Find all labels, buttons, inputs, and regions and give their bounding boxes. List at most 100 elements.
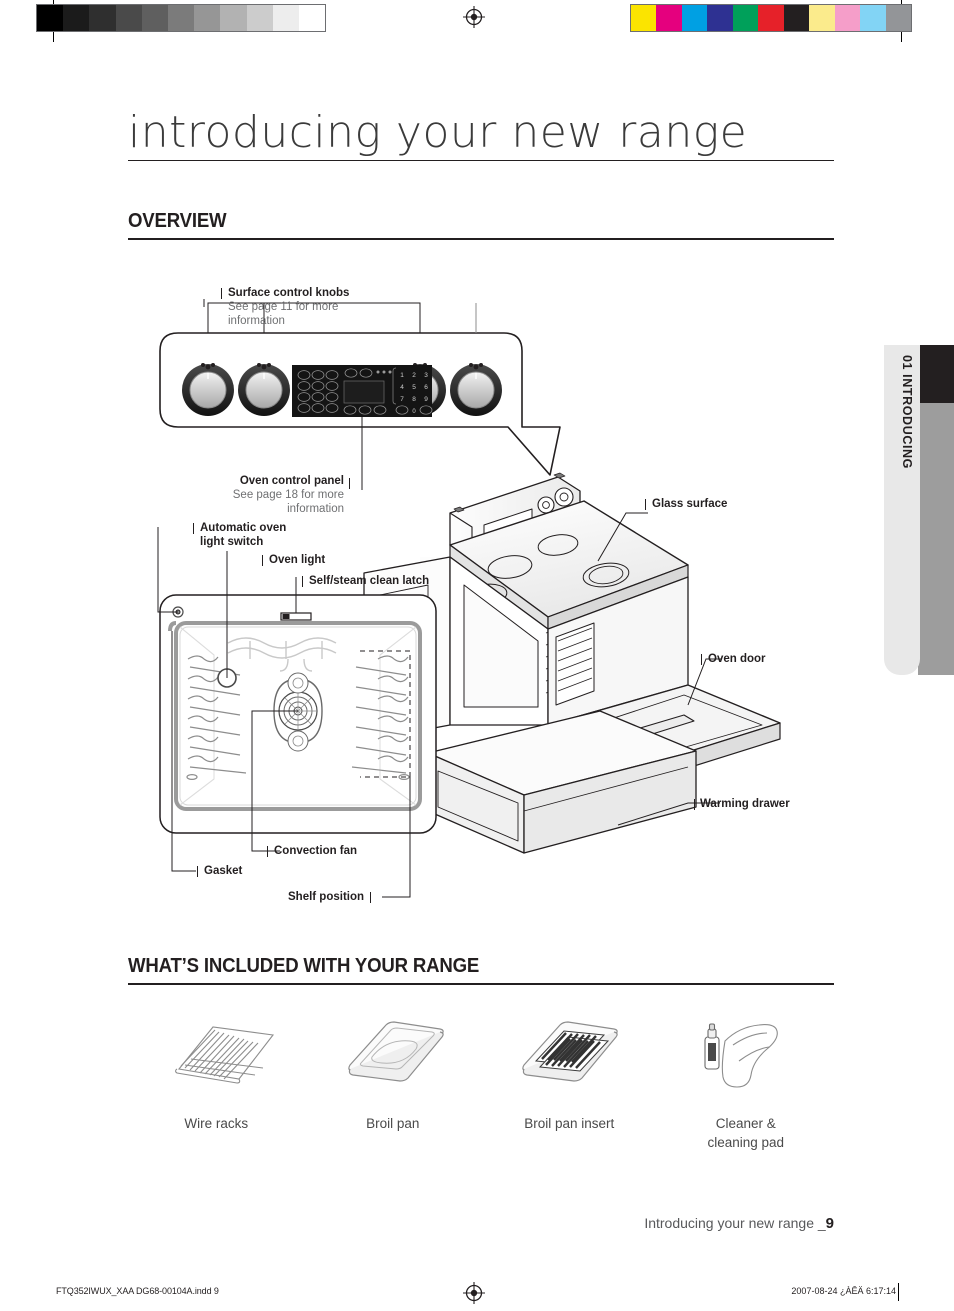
section-rule-overview: [128, 238, 834, 240]
callout-oven-control-panel-line2: information: [287, 503, 344, 515]
side-tab-grey-bar: [918, 403, 954, 675]
leader-tick: [694, 799, 695, 810]
svg-text:2: 2: [412, 372, 416, 379]
accessory-label: Broil pan insert: [524, 1116, 615, 1131]
color-registration-bar: [630, 4, 912, 32]
page-footer-number: 9: [825, 1215, 834, 1232]
svg-text:6: 6: [424, 384, 428, 391]
callout-automatic-oven-light-switch-line1: Automatic oven: [200, 522, 287, 534]
accessory-item: Broil pan insert: [481, 1005, 658, 1165]
svg-text:3: 3: [424, 372, 428, 379]
callout-gasket: Gasket: [204, 865, 243, 877]
greyscale-swatch: [63, 5, 90, 31]
wire-rack-icon: [151, 1005, 281, 1100]
oven-control-panel-illustration: 123 456 789 0: [292, 365, 433, 417]
leader-tick: [645, 499, 646, 510]
color-swatch: [758, 5, 784, 31]
callout-oven-control-panel: Oven control panel See page 18 for more …: [112, 474, 344, 516]
broil-pan-icon: [328, 1005, 458, 1100]
svg-text:4: 4: [400, 384, 404, 391]
document-date-footer: 2007-08-24 ¿ÀÊÄ 6:17:14: [791, 1286, 896, 1296]
registration-target-top-icon: [463, 6, 485, 28]
accessory-label: Cleaner & cleaning pad: [707, 1116, 785, 1150]
callout-oven-door: Oven door: [708, 653, 766, 665]
greyscale-swatch: [37, 5, 64, 31]
side-tab-dark-bar: [918, 345, 954, 403]
callout-oven-light: Oven light: [269, 554, 326, 566]
section-heading-overview: OVERVIEW: [128, 210, 227, 232]
accessories-list: Wire racks Broil pan Broil pan insert Cl…: [128, 1005, 834, 1165]
color-swatch: [656, 5, 682, 31]
leader-tick: [349, 478, 350, 489]
page-footer: Introducing your new range _9: [644, 1215, 834, 1232]
surface-control-knob: [238, 364, 290, 416]
leader-tick: [193, 523, 194, 534]
svg-text:5: 5: [412, 384, 416, 391]
leader-tick: [262, 555, 263, 566]
callout-surface-control-knobs-line2: information: [228, 315, 285, 327]
callout-surface-control-knobs-title: Surface control knobs: [228, 287, 350, 299]
svg-text:8: 8: [412, 396, 416, 403]
callout-oven-control-panel-title: Oven control panel: [239, 475, 344, 487]
callout-shelf-position: Shelf position: [288, 891, 365, 903]
svg-text:9: 9: [424, 396, 428, 403]
callout-oven-control-panel-line1: See page 18 for more: [232, 489, 344, 501]
leader-tick: [197, 866, 198, 877]
callout-self-steam-clean-latch: Self/steam clean latch: [309, 575, 430, 587]
broil-pan-insert-icon: [504, 1005, 634, 1100]
surface-control-knob: [182, 364, 234, 416]
surface-control-knob: [450, 364, 502, 416]
callout-warming-drawer: Warming drawer: [700, 798, 790, 810]
color-swatch: [783, 5, 810, 31]
section-rule-included: [128, 983, 834, 985]
svg-text:1: 1: [400, 372, 404, 379]
callout-automatic-oven-light-switch-line2: light switch: [200, 536, 264, 548]
greyscale-registration-bar: [36, 4, 326, 32]
accessory-item: Broil pan: [305, 1005, 482, 1165]
accessory-label: Broil pan: [366, 1116, 420, 1131]
accessory-label: Wire racks: [184, 1116, 249, 1131]
callout-glass-surface: Glass surface: [652, 498, 728, 510]
page-title-underline: [128, 160, 834, 161]
color-swatch: [834, 5, 861, 31]
callout-convection-fan: Convection fan: [274, 845, 358, 857]
color-swatch: [732, 5, 759, 31]
leader-tick: [221, 288, 222, 299]
range-overview-diagram: 123 456 789 0: [128, 255, 834, 920]
page-footer-text: Introducing your new range _: [644, 1215, 826, 1231]
greyscale-swatch: [220, 5, 247, 31]
greyscale-swatch: [141, 5, 168, 31]
color-swatch: [809, 5, 835, 31]
crop-rule-bottom-right: [898, 1283, 899, 1301]
cleaner-bottle-and-pad-icon: [681, 1005, 811, 1100]
registration-target-bottom-icon: [463, 1282, 485, 1304]
page-title: introducing your new range: [128, 107, 748, 158]
leader-tick: [267, 846, 268, 857]
greyscale-swatch: [167, 5, 195, 31]
self-steam-clean-latch-illustration: [280, 612, 312, 621]
callout-surface-control-knobs: Surface control knobs See page 11 for mo…: [228, 286, 349, 328]
section-heading-included: WHAT’S INCLUDED WITH YOUR RANGE: [128, 955, 480, 977]
greyscale-swatch: [194, 5, 221, 31]
color-swatch: [631, 5, 657, 31]
greyscale-swatch: [115, 5, 142, 31]
oven-cavity-front-view: [159, 594, 437, 834]
side-index-tab-label: 01 INTRODUCING: [900, 355, 914, 469]
document-id-footer: FTQ352IWUX_XAA DG68-00104A.indd 9: [56, 1286, 219, 1296]
accessory-item: Cleaner & cleaning pad: [658, 1005, 835, 1165]
color-swatch: [860, 5, 886, 31]
greyscale-swatch: [298, 5, 326, 31]
greyscale-swatch: [89, 5, 116, 31]
callout-surface-control-knobs-line1: See page 11 for more: [228, 301, 339, 313]
greyscale-swatch: [246, 5, 273, 31]
accessory-item: Wire racks: [128, 1005, 305, 1165]
color-swatch: [885, 5, 911, 31]
color-swatch: [681, 5, 708, 31]
svg-text:7: 7: [400, 396, 404, 403]
leader-tick: [701, 654, 702, 665]
leader-tick: [370, 892, 371, 903]
cooktop-console-illustration: 123 456 789 0: [159, 332, 561, 476]
leader-tick: [302, 576, 303, 587]
color-swatch: [707, 5, 733, 31]
greyscale-swatch: [272, 5, 299, 31]
